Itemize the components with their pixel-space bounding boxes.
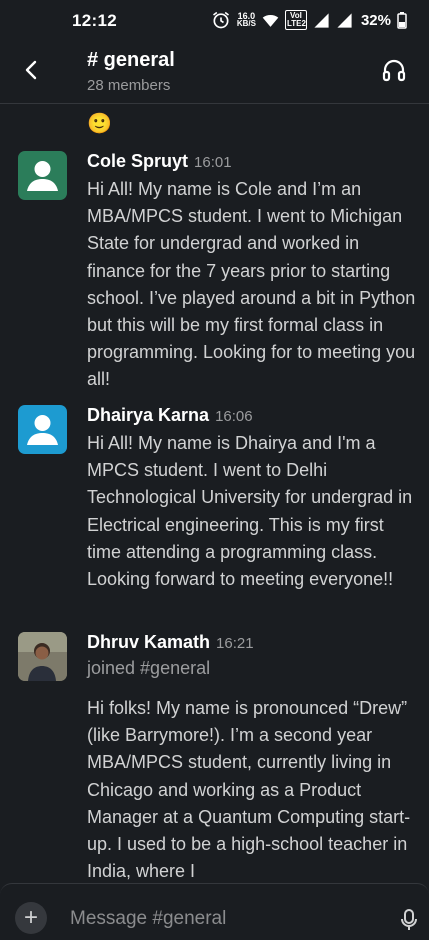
avatar-photo[interactable]	[18, 632, 67, 681]
profile-photo	[18, 632, 67, 681]
signal-icon	[314, 12, 329, 28]
sender-name[interactable]: Dhairya Karna	[87, 405, 209, 426]
plus-button[interactable]: +	[15, 902, 47, 934]
channel-title[interactable]: # general	[87, 49, 175, 72]
status-time: 12:12	[72, 11, 117, 30]
avatar[interactable]	[18, 405, 67, 454]
status-icons: 16.0 KB/S VoI LTE2 32%	[211, 10, 407, 30]
headphones-icon[interactable]	[381, 57, 407, 83]
message-text: Hi All! My name is Dhairya and I'm a MPC…	[87, 433, 413, 590]
message-header: Dhairya Karna 16:06	[87, 405, 253, 426]
status-bar: 12:12 16.0 KB/S VoI LTE2 32%	[0, 0, 429, 40]
message-timestamp: 16:06	[215, 408, 253, 425]
signal-icon-2	[337, 12, 352, 28]
battery-percent: 32%	[360, 11, 391, 29]
message-header: Cole Spruyt 16:01	[87, 151, 232, 172]
plus-icon: +	[23, 904, 38, 931]
message-timestamp: 16:21	[216, 635, 254, 652]
avatar[interactable]	[18, 151, 67, 200]
message-text: Hi folks! My name is pronounced “Drew” (…	[87, 698, 411, 882]
back-arrow-icon	[25, 60, 37, 80]
emoji-reaction[interactable]: 🙂	[87, 113, 112, 135]
channel-header: # general 28 members	[0, 40, 429, 104]
message-timestamp: 16:01	[194, 154, 232, 171]
message-composer: +	[0, 883, 429, 940]
net-speed: 16.0 KB/S	[237, 12, 256, 28]
message-input[interactable]	[70, 906, 370, 932]
volte-badge: VoI LTE2	[284, 10, 307, 30]
wifi-icon	[262, 14, 279, 27]
user-silhouette-icon	[27, 161, 58, 191]
join-notice: joined #general	[87, 658, 211, 678]
volte-line2: LTE2	[286, 19, 306, 28]
sender-name[interactable]: Cole Spruyt	[87, 151, 188, 172]
net-speed-unit: KB/S	[236, 19, 256, 28]
microphone-icon[interactable]	[400, 908, 418, 932]
message-text: Hi All! My name is Cole and I’m an MBA/M…	[87, 179, 416, 390]
battery-icon	[397, 11, 407, 29]
alarm-icon	[212, 11, 229, 29]
message-feed[interactable]: 🙂 Cole Spruyt 16:01 Hi All! My name is C…	[0, 105, 429, 883]
user-silhouette-icon	[27, 415, 58, 445]
back-button[interactable]	[18, 56, 44, 84]
message-header: Dhruv Kamath 16:21	[87, 632, 254, 653]
sender-name[interactable]: Dhruv Kamath	[87, 632, 210, 653]
member-count[interactable]: 28 members	[87, 77, 170, 94]
